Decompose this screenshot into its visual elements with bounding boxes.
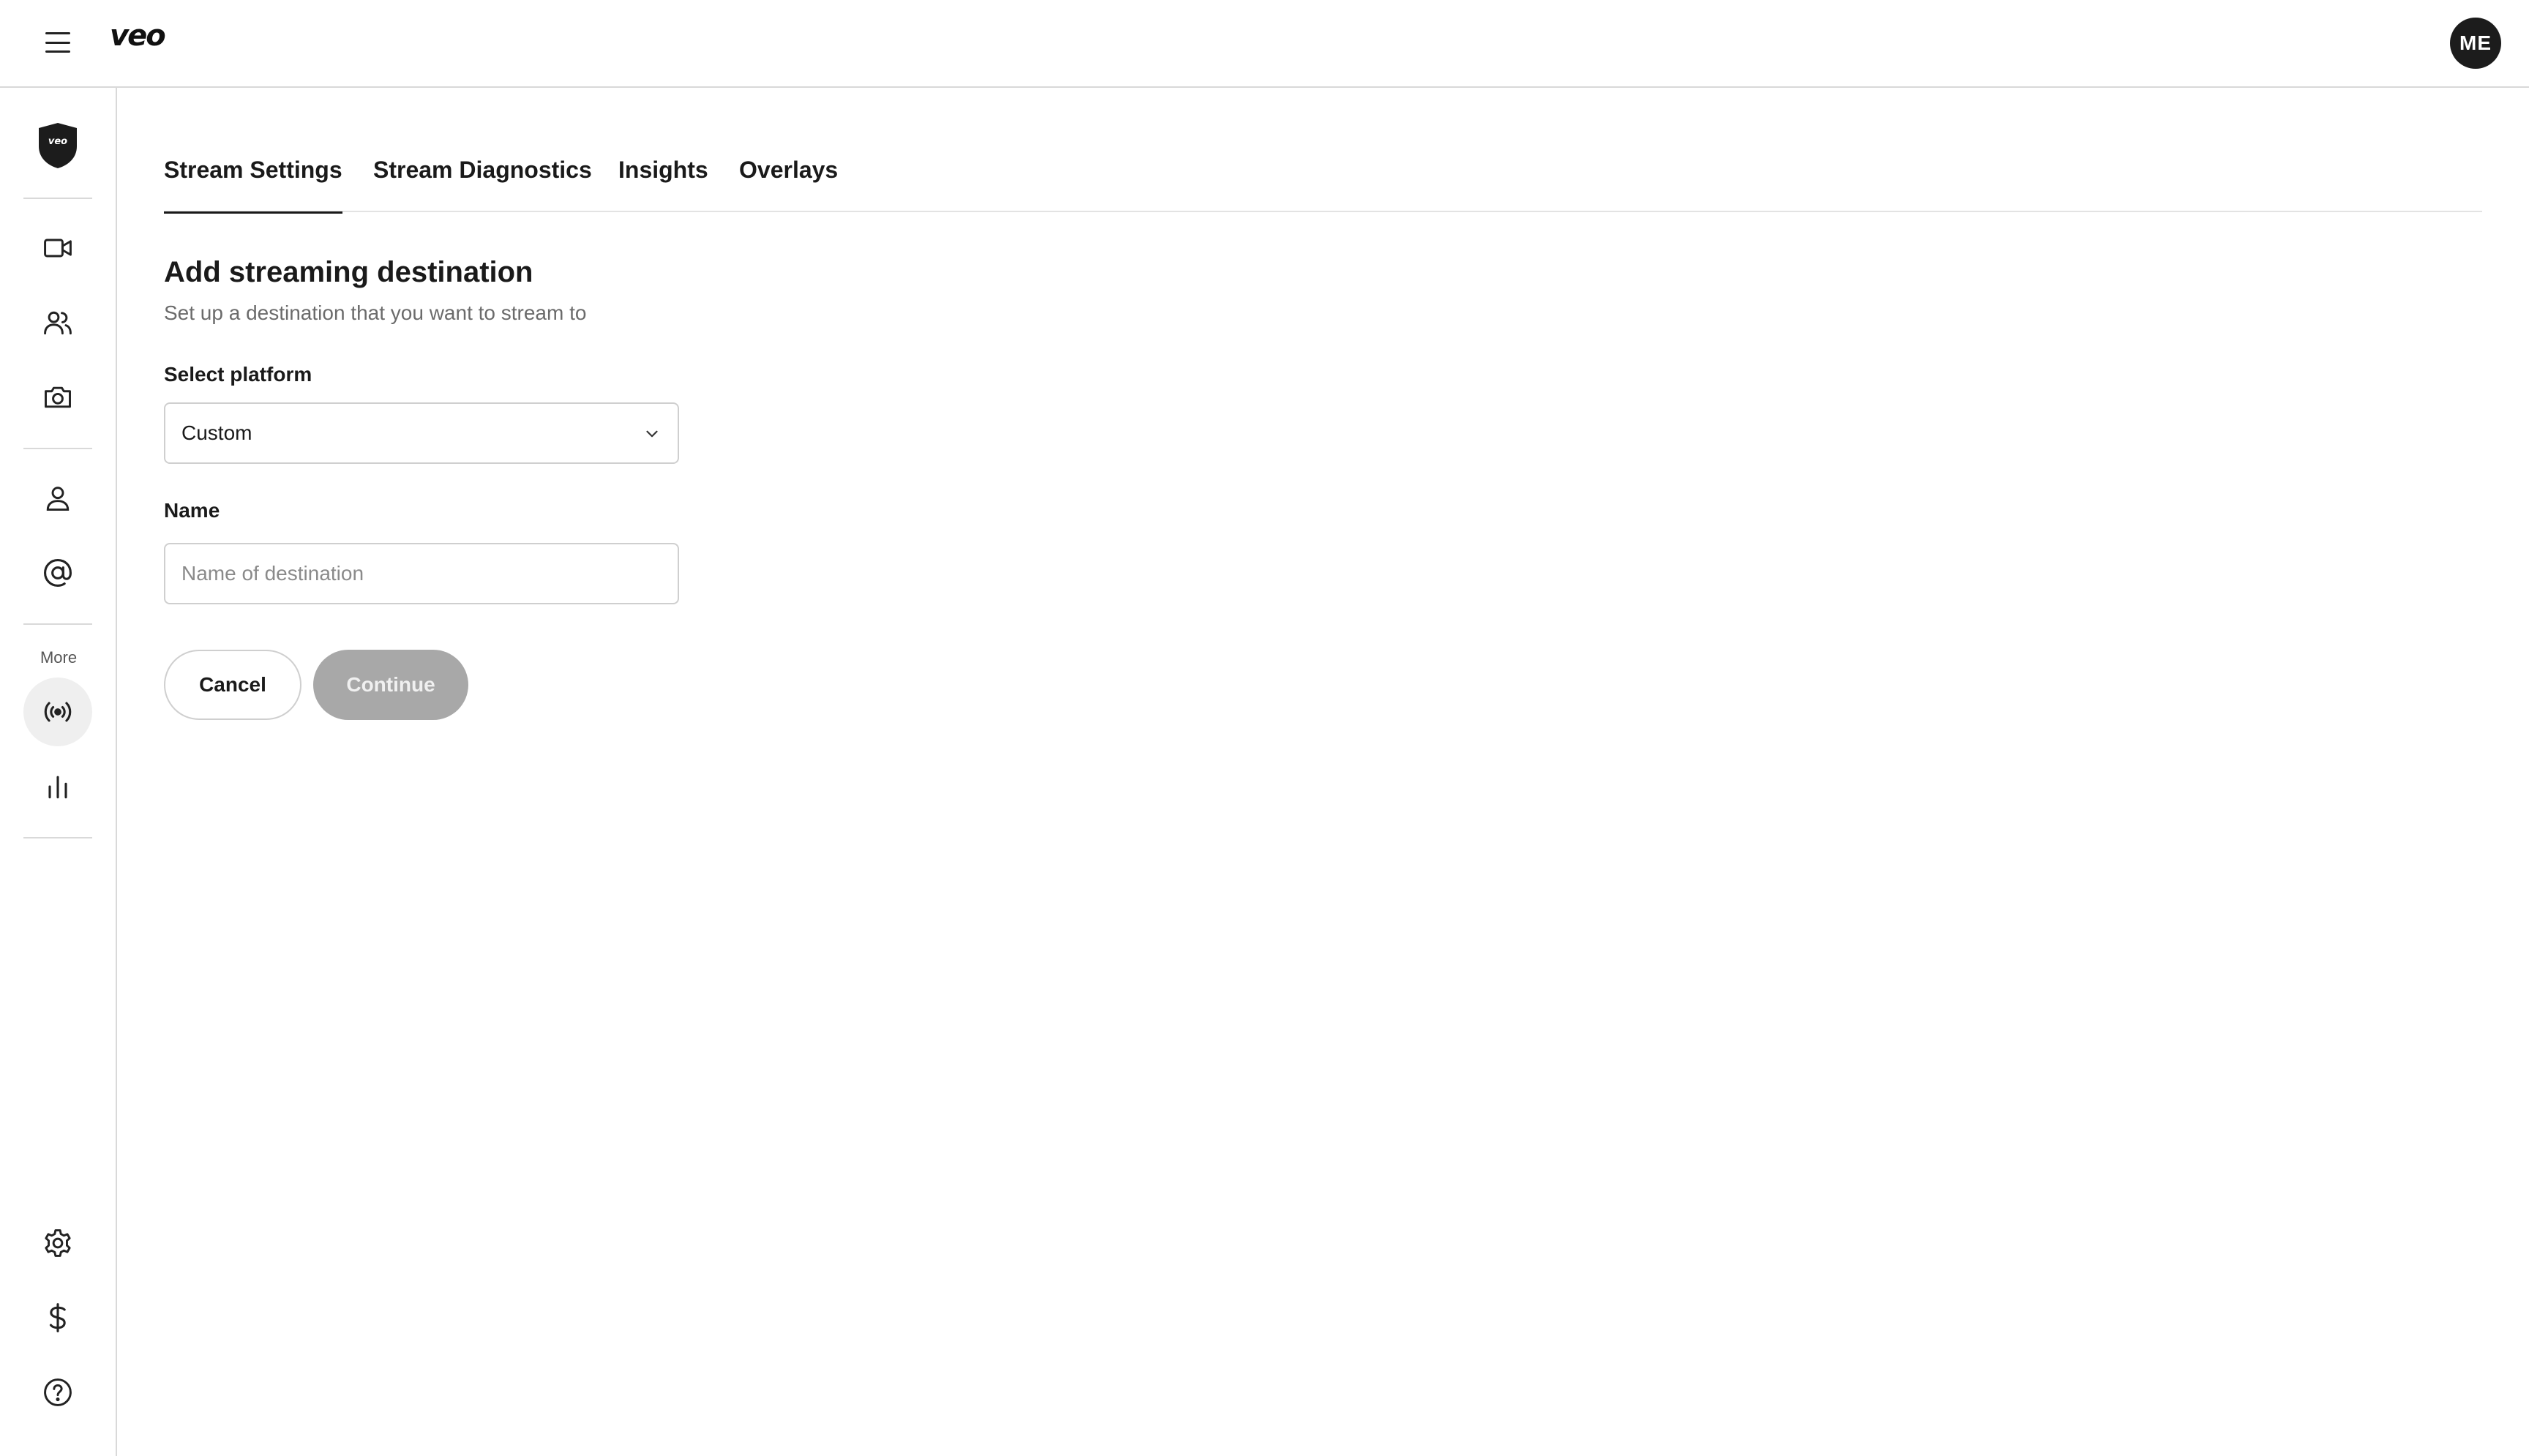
users-icon bbox=[44, 311, 72, 335]
person-icon bbox=[46, 487, 70, 511]
bar-chart-icon bbox=[48, 776, 67, 799]
sidebar-more-label: More bbox=[40, 648, 78, 667]
sidebar-divider bbox=[23, 198, 92, 199]
settings-icon bbox=[45, 1229, 71, 1257]
club-shield-logo[interactable]: veo bbox=[37, 121, 79, 170]
sidebar-divider bbox=[23, 837, 92, 838]
tab-stream-settings[interactable]: Stream Settings bbox=[164, 157, 342, 214]
tab-insights[interactable]: Insights bbox=[618, 157, 708, 212]
help-icon bbox=[44, 1378, 72, 1406]
dollar-icon bbox=[49, 1303, 66, 1332]
cancel-button[interactable]: Cancel bbox=[164, 650, 301, 720]
sidebar-item-analytics[interactable] bbox=[23, 752, 92, 821]
name-label: Name bbox=[164, 499, 220, 522]
tab-stream-diagnostics[interactable]: Stream Diagnostics bbox=[373, 157, 592, 212]
video-camera-icon bbox=[44, 239, 72, 258]
broadcast-icon bbox=[44, 702, 72, 722]
sidebar-item-billing[interactable] bbox=[23, 1283, 92, 1352]
sidebar-item-settings[interactable] bbox=[23, 1209, 92, 1277]
tab-overlays[interactable]: Overlays bbox=[739, 157, 838, 212]
shield-logo-text: veo bbox=[48, 136, 67, 147]
chevron-down-icon bbox=[646, 430, 658, 438]
sidebar-item-cameras[interactable] bbox=[23, 363, 92, 432]
sidebar-divider bbox=[23, 448, 92, 449]
sidebar-item-profile[interactable] bbox=[23, 464, 92, 533]
tab-bar: Stream Settings Stream Diagnostics Insig… bbox=[164, 143, 2482, 214]
hamburger-menu-icon[interactable] bbox=[45, 32, 70, 53]
sidebar-item-mentions[interactable] bbox=[23, 539, 92, 607]
continue-button[interactable]: Continue bbox=[313, 650, 468, 720]
page-title: Add streaming destination bbox=[164, 256, 533, 288]
sidebar-divider bbox=[23, 623, 92, 625]
destination-name-input[interactable] bbox=[164, 543, 679, 604]
veo-logo[interactable]: veo bbox=[110, 19, 166, 53]
sidebar-item-help[interactable] bbox=[23, 1358, 92, 1427]
sidebar-item-recordings[interactable] bbox=[23, 214, 92, 282]
platform-label: Select platform bbox=[164, 363, 312, 386]
top-bar: veo ME bbox=[0, 0, 2529, 88]
sidebar-item-live-streaming[interactable] bbox=[23, 678, 92, 746]
camera-icon bbox=[45, 386, 71, 408]
at-sign-icon bbox=[44, 559, 72, 587]
page-subtitle: Set up a destination that you want to st… bbox=[164, 301, 587, 324]
sidebar-item-teams[interactable] bbox=[23, 288, 92, 357]
platform-select[interactable]: Custom bbox=[164, 402, 679, 464]
sidebar: veo More bbox=[0, 88, 117, 1456]
platform-select-value: Custom bbox=[181, 421, 252, 444]
user-avatar[interactable]: ME bbox=[2450, 18, 2501, 69]
